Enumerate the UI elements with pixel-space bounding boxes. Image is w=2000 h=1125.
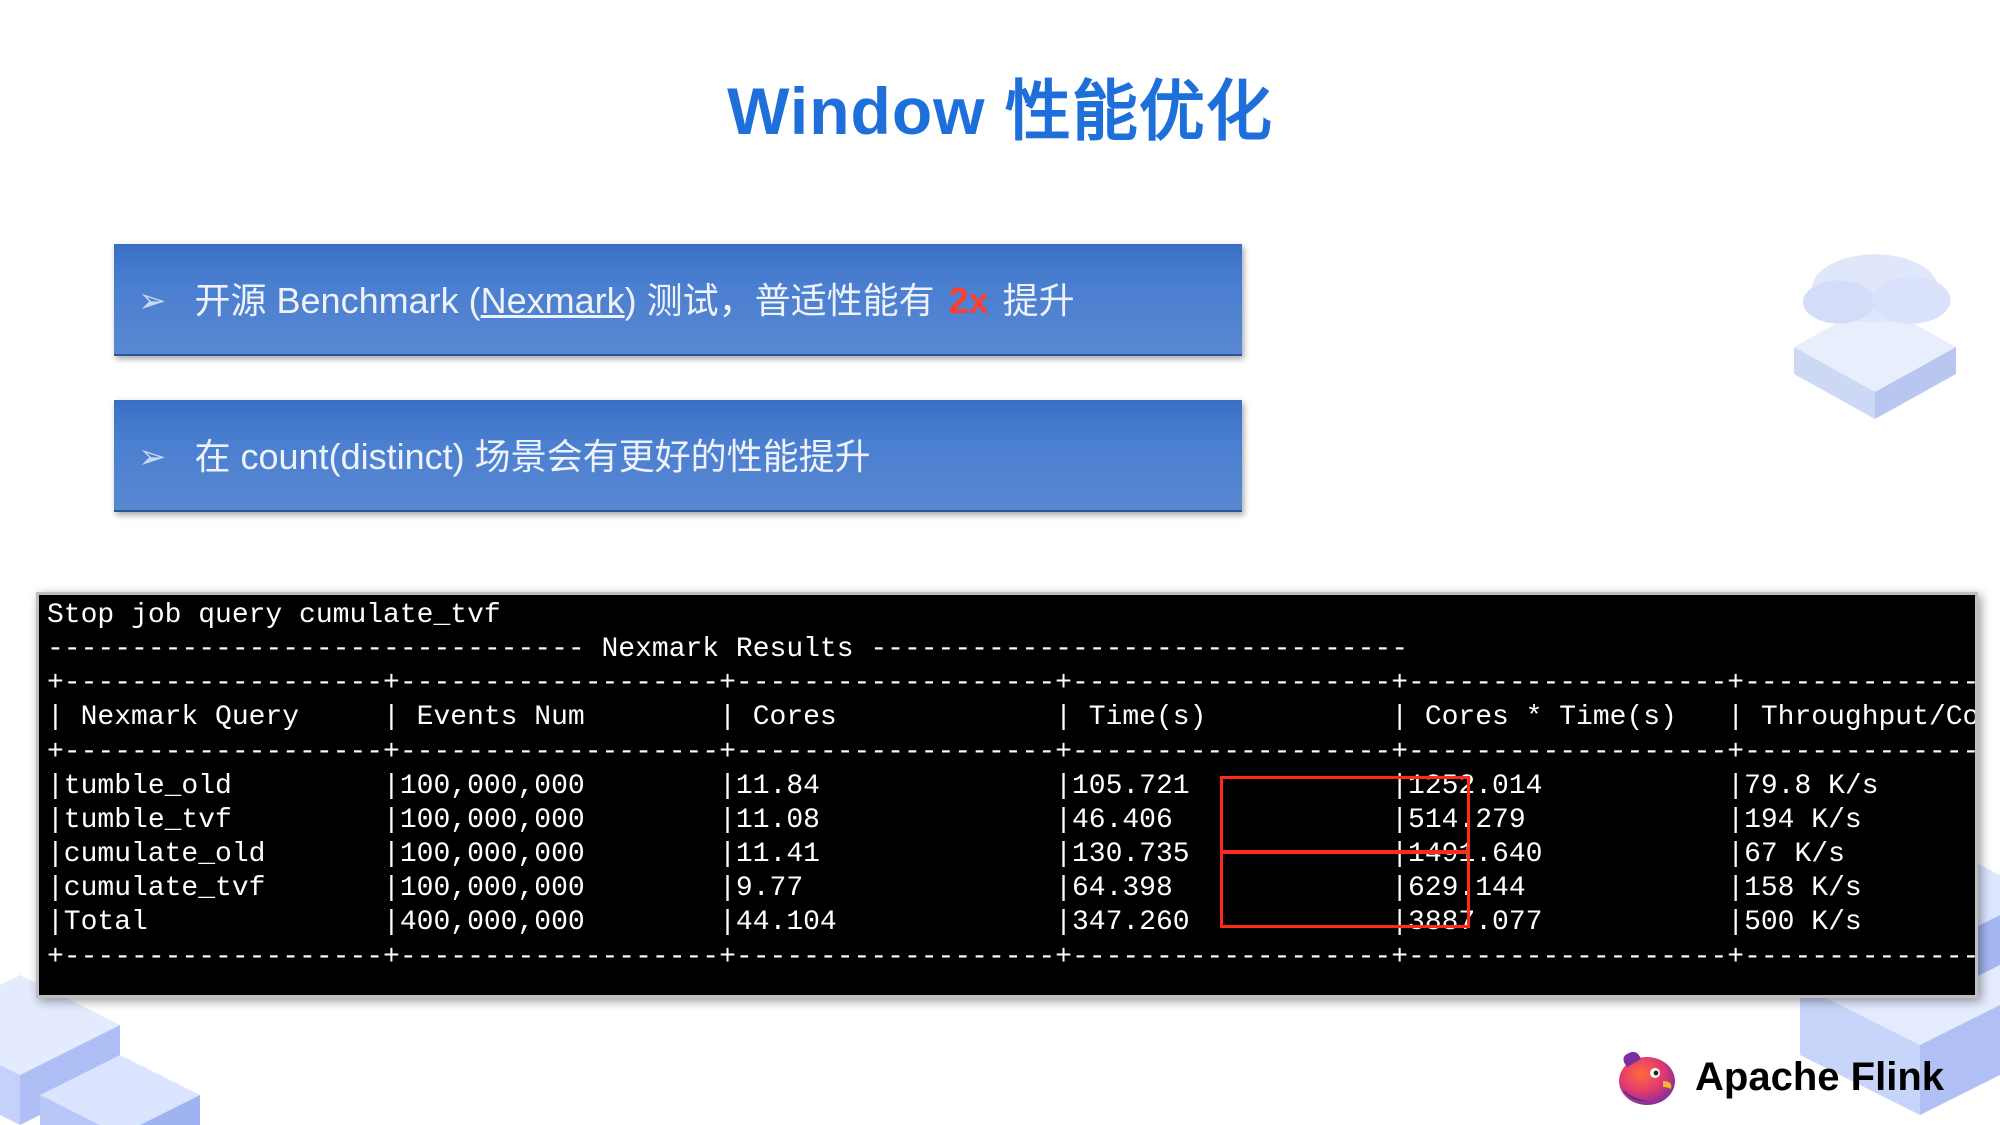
flink-logo-icon: [1613, 1047, 1681, 1107]
bullet-count-distinct: ➢ 在 count(distinct) 场景会有更好的性能提升: [114, 400, 1242, 512]
terminal-line: +-------------------+-------------------…: [47, 941, 1967, 975]
bullet1-highlight: 2x: [945, 280, 993, 321]
slide-title: Window 性能优化: [0, 58, 2000, 154]
bullet1-prefix: 开源 Benchmark (: [195, 280, 481, 321]
table-row: |Total |400,000,000 |44.104 |347.260 |38…: [47, 906, 1967, 940]
bullet1-mid: ) 测试，普适性能有: [625, 280, 945, 321]
bullet-arrow-icon: ➢: [138, 281, 167, 321]
terminal-line: Stop job query cumulate_tvf: [47, 599, 1967, 633]
bullet-text-1: 开源 Benchmark (Nexmark) 测试，普适性能有 2x 提升: [195, 280, 1075, 321]
brand-text: Apache Flink: [1695, 1055, 1944, 1100]
decoration-cloud: [1740, 180, 2000, 460]
bullet1-link: Nexmark: [481, 280, 625, 321]
terminal-line: -------------------------------- Nexmark…: [47, 633, 1967, 667]
bullet1-suffix: 提升: [993, 280, 1075, 321]
bullet-benchmark: ➢ 开源 Benchmark (Nexmark) 测试，普适性能有 2x 提升: [114, 244, 1242, 356]
brand: Apache Flink: [1613, 1047, 1944, 1107]
table-row: |cumulate_old |100,000,000 |11.41 |130.7…: [47, 838, 1967, 872]
terminal-output: Stop job query cumulate_tvf-------------…: [36, 592, 1978, 998]
terminal-line: | Nexmark Query | Events Num | Cores | T…: [47, 701, 1967, 735]
table-row: |tumble_old |100,000,000 |11.84 |105.721…: [47, 770, 1967, 804]
terminal-line: +-------------------+-------------------…: [47, 667, 1967, 701]
bullet-arrow-icon: ➢: [138, 437, 167, 477]
table-row: |tumble_tvf |100,000,000 |11.08 |46.406 …: [47, 804, 1967, 838]
bullet-text-2: 在 count(distinct) 场景会有更好的性能提升: [195, 436, 871, 477]
terminal-line: +-------------------+-------------------…: [47, 736, 1967, 770]
table-row: |cumulate_tvf |100,000,000 |9.77 |64.398…: [47, 872, 1967, 906]
